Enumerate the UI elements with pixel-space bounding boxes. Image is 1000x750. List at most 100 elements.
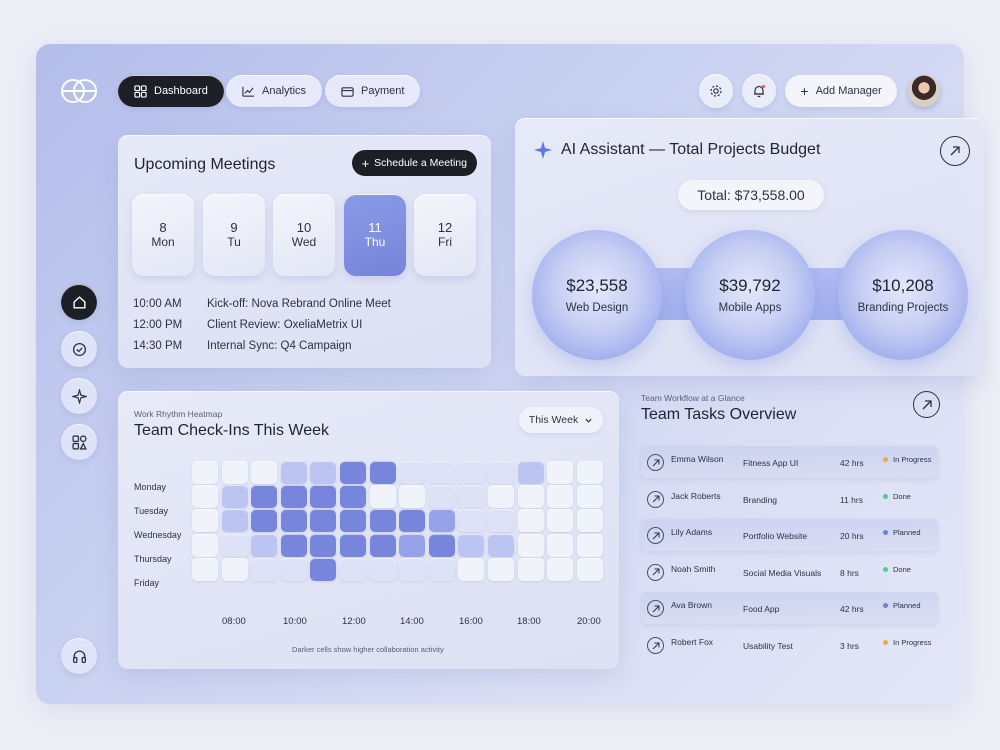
sidebar-apps-button[interactable] bbox=[61, 424, 97, 460]
heatmap-cell[interactable] bbox=[517, 509, 544, 533]
heatmap-cell[interactable] bbox=[517, 533, 544, 557]
heatmap-cell[interactable] bbox=[517, 461, 544, 484]
meeting-item[interactable]: 10:00 AM Kick-off: Nova Rebrand Online M… bbox=[133, 298, 391, 310]
sidebar-support-button[interactable] bbox=[61, 638, 97, 674]
heatmap-cell[interactable] bbox=[488, 509, 514, 533]
heatmap-cell[interactable] bbox=[428, 533, 455, 557]
heatmap-cell[interactable] bbox=[369, 557, 396, 581]
heatmap-cell[interactable] bbox=[399, 509, 426, 533]
nav-payment-button[interactable]: Payment bbox=[325, 75, 421, 107]
task-row[interactable]: Ava Brown Food App 42 hrs Planned bbox=[641, 592, 938, 625]
heatmap-cell[interactable] bbox=[517, 485, 544, 509]
sidebar-ai-button[interactable] bbox=[61, 378, 97, 414]
heatmap-cell[interactable] bbox=[192, 557, 218, 581]
task-row[interactable]: Noah Smith Social Media Visuals 8 hrs Done bbox=[641, 556, 938, 588]
settings-button[interactable] bbox=[699, 74, 733, 108]
heatmap-cell[interactable] bbox=[547, 533, 574, 557]
day-card-wed[interactable]: 10 Wed bbox=[273, 194, 335, 276]
heatmap-cell[interactable] bbox=[221, 509, 248, 533]
heatmap-cell[interactable] bbox=[251, 557, 278, 581]
heatmap-cell[interactable] bbox=[428, 557, 455, 581]
heatmap-cell[interactable] bbox=[547, 485, 574, 509]
heatmap-cell[interactable] bbox=[192, 461, 218, 484]
task-open-icon[interactable] bbox=[647, 454, 664, 471]
heatmap-cell[interactable] bbox=[399, 533, 426, 557]
budget-bubble-branding[interactable]: $10,208 Branding Projects bbox=[838, 230, 968, 360]
heatmap-cell[interactable] bbox=[340, 557, 366, 581]
heatmap-cell[interactable] bbox=[547, 557, 574, 581]
budget-bubble-mobile-apps[interactable]: $39,792 Mobile Apps bbox=[685, 230, 815, 360]
heatmap-cell[interactable] bbox=[221, 485, 248, 509]
heatmap-cell[interactable] bbox=[458, 557, 485, 581]
heatmap-cell[interactable] bbox=[488, 533, 514, 557]
sidebar-tasks-button[interactable] bbox=[61, 331, 97, 367]
day-card-mon[interactable]: 8 Mon bbox=[132, 194, 194, 276]
day-card-thu[interactable]: 11 Thu bbox=[344, 194, 406, 276]
heatmap-cell[interactable] bbox=[221, 533, 248, 557]
heatmap-cell[interactable] bbox=[369, 509, 396, 533]
heatmap-cell[interactable] bbox=[576, 461, 603, 484]
heatmap-cell[interactable] bbox=[221, 461, 248, 484]
heatmap-cell[interactable] bbox=[458, 533, 485, 557]
task-open-icon[interactable] bbox=[647, 637, 664, 654]
heatmap-cell[interactable] bbox=[280, 509, 307, 533]
heatmap-cell[interactable] bbox=[517, 557, 544, 581]
heatmap-cell[interactable] bbox=[458, 485, 485, 509]
heatmap-cell[interactable] bbox=[251, 461, 278, 484]
meeting-item[interactable]: 14:30 PM Internal Sync: Q4 Campaign bbox=[133, 340, 351, 352]
heatmap-cell[interactable] bbox=[280, 485, 307, 509]
heatmap-cell[interactable] bbox=[280, 533, 307, 557]
task-row[interactable]: Lily Adams Portfolio Website 20 hrs Planned bbox=[641, 519, 938, 552]
nav-analytics-button[interactable]: Analytics bbox=[226, 75, 323, 107]
task-open-icon[interactable] bbox=[647, 600, 664, 618]
heatmap-cell[interactable] bbox=[251, 485, 278, 509]
task-row[interactable]: Jack Roberts Branding 11 hrs Done bbox=[641, 483, 938, 515]
budget-bubble-web-design[interactable]: $23,558 Web Design bbox=[532, 230, 662, 360]
tasks-open-button[interactable] bbox=[913, 391, 940, 418]
heatmap-cell[interactable] bbox=[428, 461, 455, 484]
heatmap-cell[interactable] bbox=[310, 557, 337, 581]
heatmap-cell[interactable] bbox=[251, 533, 278, 557]
task-row[interactable]: Emma Wilson Fitness App UI 42 hrs In Progre… bbox=[641, 446, 938, 478]
heatmap-cell[interactable] bbox=[488, 461, 514, 484]
heatmap-cell[interactable] bbox=[310, 461, 337, 484]
heatmap-cell[interactable] bbox=[340, 509, 366, 533]
heatmap-cell[interactable] bbox=[340, 533, 366, 557]
heatmap-cell[interactable] bbox=[547, 509, 574, 533]
user-avatar[interactable] bbox=[908, 75, 940, 107]
heatmap-cell[interactable] bbox=[251, 509, 278, 533]
heatmap-cell[interactable] bbox=[399, 485, 426, 509]
ai-open-button[interactable] bbox=[940, 136, 970, 166]
heatmap-cell[interactable] bbox=[458, 461, 485, 484]
heatmap-cell[interactable] bbox=[369, 461, 396, 484]
heatmap-cell[interactable] bbox=[192, 533, 218, 557]
heatmap-cell[interactable] bbox=[576, 509, 603, 533]
task-open-icon[interactable] bbox=[647, 527, 664, 545]
notifications-button[interactable] bbox=[742, 74, 776, 108]
heatmap-cell[interactable] bbox=[192, 509, 218, 533]
heatmap-cell[interactable] bbox=[399, 557, 426, 581]
heatmap-cell[interactable] bbox=[576, 485, 603, 509]
heatmap-cell[interactable] bbox=[369, 485, 396, 509]
nav-dashboard-button[interactable]: Dashboard bbox=[118, 75, 224, 107]
heatmap-cell[interactable] bbox=[369, 533, 396, 557]
task-open-icon[interactable] bbox=[647, 490, 664, 508]
heatmap-cell[interactable] bbox=[340, 461, 366, 484]
heatmap-cell[interactable] bbox=[428, 485, 455, 509]
schedule-meeting-button[interactable]: + Schedule a Meeting bbox=[351, 150, 477, 176]
add-manager-button[interactable]: + Add Manager bbox=[785, 75, 897, 107]
heatmap-cell[interactable] bbox=[488, 557, 514, 581]
heatmap-cell[interactable] bbox=[280, 461, 307, 484]
day-card-tu[interactable]: 9 Tu bbox=[203, 194, 265, 276]
week-range-select[interactable]: This Week bbox=[519, 407, 603, 433]
heatmap-cell[interactable] bbox=[310, 509, 337, 533]
task-row[interactable]: Robert Fox Usability Test 3 hrs In Progress bbox=[641, 629, 938, 661]
heatmap-cell[interactable] bbox=[221, 557, 248, 581]
heatmap-cell[interactable] bbox=[310, 533, 337, 557]
heatmap-cell[interactable] bbox=[192, 485, 218, 509]
heatmap-cell[interactable] bbox=[576, 533, 603, 557]
sidebar-home-button[interactable] bbox=[61, 284, 97, 320]
heatmap-cell[interactable] bbox=[428, 509, 455, 533]
heatmap-cell[interactable] bbox=[280, 557, 307, 581]
task-open-icon[interactable] bbox=[647, 563, 664, 581]
